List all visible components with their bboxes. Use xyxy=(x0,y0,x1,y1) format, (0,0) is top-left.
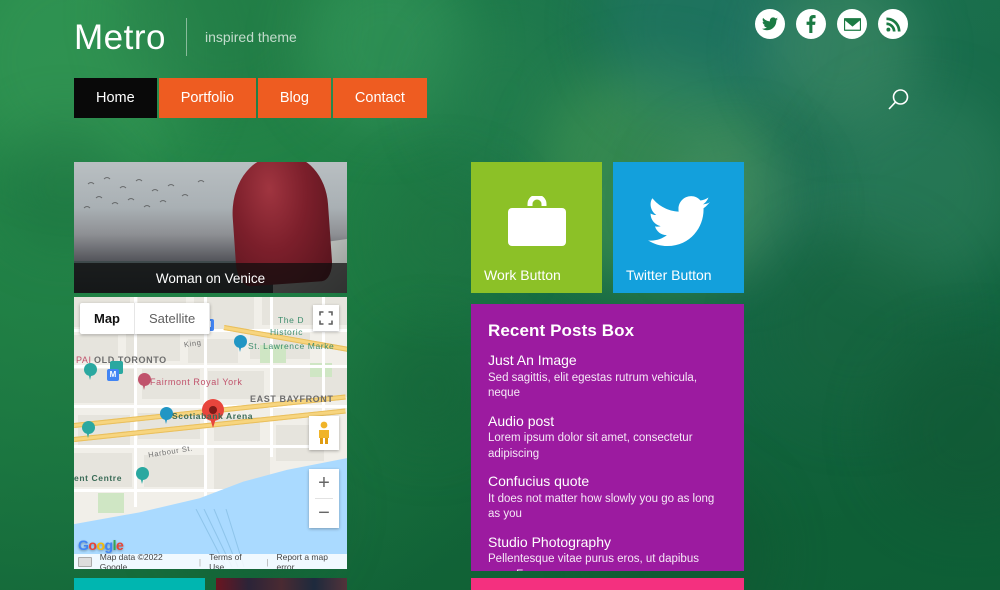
map-label: OLD TORONTO xyxy=(94,355,167,365)
social-link-email[interactable] xyxy=(837,9,867,39)
pegman-street-view-icon[interactable] xyxy=(309,416,339,450)
twitter-icon xyxy=(613,196,744,248)
main-navigation: Home Portfolio Blog Contact xyxy=(74,78,427,118)
bottom-left-tiles xyxy=(74,578,347,590)
nav-item-home[interactable]: Home xyxy=(74,78,157,118)
map-label: PAI xyxy=(76,355,92,365)
post-excerpt: Sed sagittis, elit egestas rutrum vehicu… xyxy=(488,371,727,402)
briefcase-icon xyxy=(471,196,602,248)
feature-image-woman-on-venice[interactable]: Woman on Venice xyxy=(74,162,347,293)
map-pin-poi[interactable] xyxy=(84,363,97,381)
recent-posts-title: Recent Posts Box xyxy=(488,321,727,341)
map-zoom-control: + − xyxy=(309,469,339,528)
map-pin-poi[interactable] xyxy=(234,335,247,353)
rss-icon xyxy=(886,17,901,32)
fullscreen-icon[interactable] xyxy=(313,305,339,331)
map-label: ent Centre xyxy=(74,473,122,483)
email-icon xyxy=(844,18,861,31)
work-button-tile[interactable]: Work Button xyxy=(471,162,602,293)
tile-row: Work Button Twitter Button xyxy=(471,162,744,293)
site-branding[interactable]: Metro inspired theme xyxy=(74,18,297,56)
site-tagline: inspired theme xyxy=(205,29,297,45)
site-logo[interactable]: Metro xyxy=(74,20,166,55)
feature-image-caption: Woman on Venice xyxy=(74,263,347,293)
map-report-link[interactable]: Report a map error xyxy=(276,552,347,570)
post-excerpt: It does not matter how slowly you go as … xyxy=(488,492,727,523)
map-zoom-in-button[interactable]: + xyxy=(309,469,339,498)
list-item: Audio post Lorem ipsum dolor sit amet, c… xyxy=(488,413,727,463)
nav-item-blog[interactable]: Blog xyxy=(258,78,331,118)
map-type-map[interactable]: Map xyxy=(80,303,135,334)
map-type-control: Map Satellite xyxy=(80,303,210,334)
social-link-twitter[interactable] xyxy=(755,9,785,39)
map-type-satellite[interactable]: Satellite xyxy=(135,303,210,334)
map-attribution-text: Map data ©2022 Google xyxy=(100,552,191,570)
page-root: Metro inspired theme xyxy=(0,0,1000,590)
post-title[interactable]: Studio Photography xyxy=(488,534,727,552)
map-pin-poi[interactable] xyxy=(136,467,149,485)
pink-tile[interactable] xyxy=(471,578,744,590)
left-column: Woman on Venice xyxy=(74,162,347,569)
map-label: Historic xyxy=(270,327,303,337)
post-title[interactable]: Confucius quote xyxy=(488,473,727,491)
right-column: Work Button Twitter Button Recent Posts … xyxy=(471,162,744,571)
twitter-button-label: Twitter Button xyxy=(626,267,712,283)
nav-item-portfolio[interactable]: Portfolio xyxy=(159,78,256,118)
map-label: Scotiabank Arena xyxy=(172,411,253,421)
twitter-button-tile[interactable]: Twitter Button xyxy=(613,162,744,293)
thumbnail-tile[interactable] xyxy=(216,578,347,590)
map-attribution-bar: Map data ©2022 Google | Terms of Use | R… xyxy=(74,554,347,569)
teal-tile[interactable] xyxy=(74,578,205,590)
keyboard-shortcuts-icon[interactable] xyxy=(78,557,92,567)
map-label: Fairmont Royal York xyxy=(150,377,242,387)
map-zoom-out-button[interactable]: − xyxy=(309,499,339,528)
google-map[interactable]: OLD TORONTO EAST BAYFRONT PAI The D Hist… xyxy=(74,297,347,569)
post-excerpt: Pellentesque vitae purus eros, ut dapibu… xyxy=(488,552,727,571)
list-item: Studio Photography Pellentesque vitae pu… xyxy=(488,534,727,571)
map-label: The D xyxy=(278,315,304,325)
search-icon[interactable] xyxy=(884,86,912,114)
work-button-label: Work Button xyxy=(484,267,561,283)
site-header: Metro inspired theme xyxy=(0,0,1000,150)
list-item: Confucius quote It does not matter how s… xyxy=(488,473,727,523)
post-title[interactable]: Just An Image xyxy=(488,352,727,370)
twitter-icon xyxy=(762,17,778,31)
post-title[interactable]: Audio post xyxy=(488,413,727,431)
social-links xyxy=(755,9,908,39)
post-excerpt: Lorem ipsum dolor sit amet, consectetur … xyxy=(488,431,727,462)
map-label: St. Lawrence Marke xyxy=(248,341,334,351)
list-item: Just An Image Sed sagittis, elit egestas… xyxy=(488,352,727,402)
map-terms-link[interactable]: Terms of Use xyxy=(209,552,258,570)
map-pin-poi[interactable] xyxy=(82,421,95,439)
recent-posts-box: Recent Posts Box Just An Image Sed sagit… xyxy=(471,304,744,571)
social-link-facebook[interactable] xyxy=(796,9,826,39)
social-link-rss[interactable] xyxy=(878,9,908,39)
nav-item-contact[interactable]: Contact xyxy=(333,78,427,118)
map-subway-icon: M xyxy=(107,369,119,381)
facebook-icon xyxy=(806,15,816,33)
logo-divider xyxy=(186,18,187,56)
map-label: EAST BAYFRONT xyxy=(250,394,333,404)
